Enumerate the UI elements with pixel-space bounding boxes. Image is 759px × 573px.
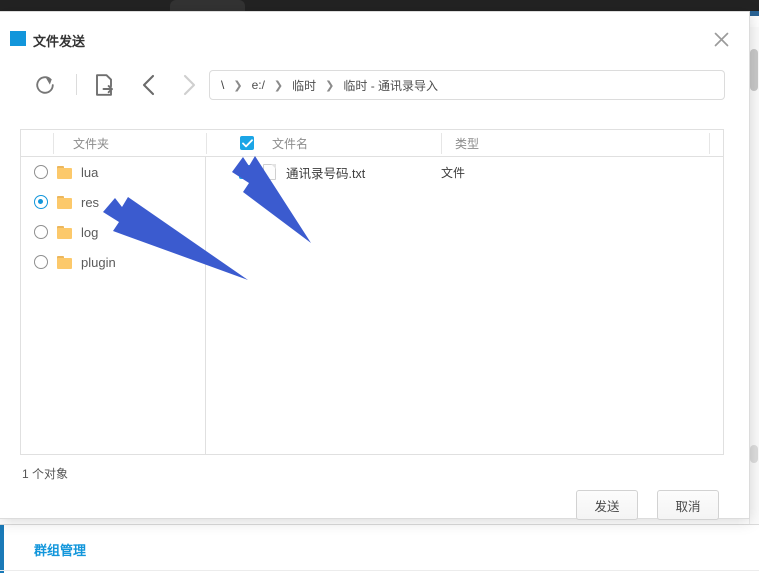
folder-icon (57, 165, 72, 179)
close-icon[interactable] (709, 27, 733, 51)
folder-icon (57, 195, 72, 209)
radio-unselected-icon[interactable] (34, 225, 48, 239)
folder-row-res[interactable]: res (21, 187, 205, 217)
folder-row-plugin[interactable]: plugin (21, 247, 205, 277)
cancel-button[interactable]: 取消 (657, 490, 719, 520)
folder-icon (57, 225, 72, 239)
send-button[interactable]: 发送 (576, 490, 638, 520)
file-export-icon[interactable] (88, 68, 122, 102)
breadcrumb-item-folder[interactable]: 临时 (292, 77, 316, 94)
column-header-type[interactable]: 类型 (455, 130, 479, 156)
page-scrollbar-thumb-secondary[interactable] (750, 445, 758, 463)
breadcrumb-item-drive[interactable]: e:/ (252, 78, 265, 92)
checkbox-checked-icon[interactable] (240, 136, 254, 150)
folder-label: log (81, 224, 99, 240)
column-header-folder[interactable]: 文件夹 (73, 130, 109, 156)
file-browser-table: 文件夹 文件名 类型 lua res log plugin 通讯录号码.txt … (20, 129, 724, 455)
table-body: lua res log plugin 通讯录号码.txt 文件 (21, 157, 723, 455)
chevron-right-icon: ❯ (233, 79, 243, 92)
column-header-filename[interactable]: 文件名 (272, 130, 308, 156)
text-file-icon (263, 164, 276, 180)
browser-top-bar (0, 0, 759, 11)
page-scrollbar[interactable] (749, 27, 759, 573)
page-scrollbar-thumb[interactable] (750, 49, 758, 91)
checkbox-checked-icon[interactable] (239, 165, 253, 179)
object-count-label: 1 个对象 (22, 467, 69, 481)
chevron-right-icon: ❯ (325, 79, 335, 92)
background-section-title[interactable]: 群组管理 (34, 540, 86, 559)
table-header-row: 文件夹 文件名 类型 (21, 130, 723, 157)
folder-label: res (81, 194, 100, 210)
folder-list-pane: lua res log plugin (21, 157, 206, 455)
select-all-checkbox[interactable] (240, 130, 256, 156)
background-bottom-underline (0, 570, 759, 571)
chevron-right-icon: ❯ (273, 79, 284, 92)
folder-label: plugin (81, 254, 116, 270)
folder-label: lua (81, 164, 99, 180)
toolbar-separator (76, 74, 77, 95)
file-list-pane: 通讯录号码.txt 文件 (207, 157, 723, 455)
table-row[interactable]: 通讯录号码.txt 文件 (207, 157, 723, 187)
app-logo-icon (10, 31, 26, 46)
column-separator (709, 133, 710, 154)
folder-icon (57, 255, 72, 269)
breadcrumb-item-current[interactable]: 临时 - 通讯录导入 (343, 77, 438, 94)
column-separator (441, 133, 442, 154)
file-send-dialog: 文件发送 \ ❯ e:/ ❯ 临时 ❯ 临时 - 通讯录导入 文件夹 文件名 类… (0, 11, 750, 520)
folder-row-log[interactable]: log (21, 217, 205, 247)
column-separator (53, 133, 54, 154)
browser-tab[interactable] (170, 0, 245, 11)
radio-unselected-icon[interactable] (34, 255, 48, 269)
path-breadcrumb-bar[interactable]: \ ❯ e:/ ❯ 临时 ❯ 临时 - 通讯录导入 (209, 70, 725, 100)
chevron-right-icon (172, 68, 206, 102)
chevron-left-icon[interactable] (132, 68, 166, 102)
background-bottom-accent-bar (0, 525, 4, 573)
dialog-title: 文件发送 (33, 34, 86, 49)
dialog-title-bar: 文件发送 (0, 12, 749, 51)
file-type: 文件 (441, 165, 466, 180)
file-name: 通讯录号码.txt (286, 166, 366, 181)
screen: 群组管理 文件发送 \ ❯ e:/ ❯ 临时 ❯ 临时 - 通讯录导入 文件夹 … (0, 0, 759, 573)
folder-row-lua[interactable]: lua (21, 157, 205, 187)
radio-unselected-icon[interactable] (34, 165, 48, 179)
refresh-icon[interactable] (28, 68, 62, 102)
column-separator (206, 133, 207, 154)
radio-selected-icon[interactable] (34, 195, 48, 209)
background-bottom-section (0, 525, 759, 573)
browser-top-bar-right (745, 0, 759, 11)
